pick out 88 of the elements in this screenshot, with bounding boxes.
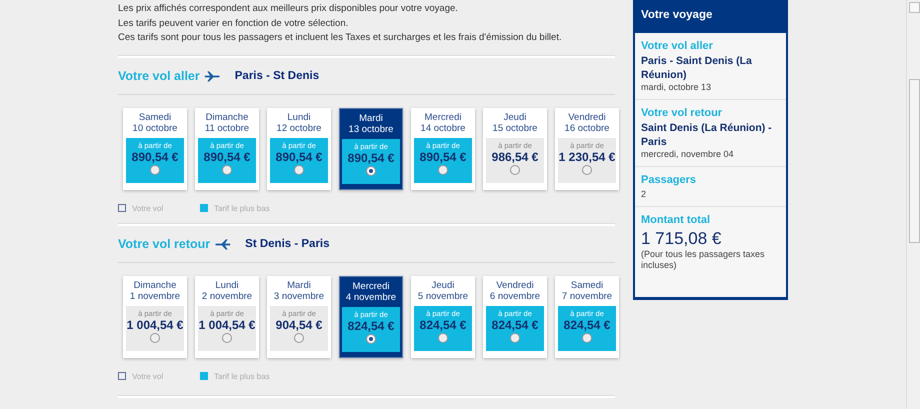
legend-label: Tarif le plus bas — [214, 204, 270, 213]
scrollbar[interactable] — [906, 0, 920, 409]
radio-button[interactable] — [150, 333, 160, 344]
plane-icon — [204, 70, 221, 83]
detail-text: mercredi, novembre 04 — [641, 149, 735, 160]
filled-square-icon — [200, 372, 208, 380]
day-label: Samedi — [138, 112, 172, 124]
radio-button[interactable] — [438, 333, 448, 344]
price-text: 1 004,54 € — [198, 318, 256, 334]
summary-heading: Votre vol aller — [641, 40, 714, 52]
day-label: Vendredi — [496, 280, 534, 292]
section-title: Votre vol aller — [118, 69, 200, 84]
radio-button[interactable] — [366, 334, 376, 344]
plane-icon — [214, 238, 232, 251]
price-text: 890,54 € — [348, 151, 394, 166]
total-amount: 1 715,08 € — [641, 229, 722, 249]
date-label: 11 octobre — [204, 123, 250, 134]
outline-square-icon — [118, 372, 126, 380]
price-text: 824,54 € — [420, 318, 466, 334]
date-label: 12 octobre — [276, 123, 322, 134]
detail-text: mardi, octobre 13 — [641, 82, 712, 93]
outline-square-icon — [118, 204, 126, 212]
legend-label: Votre vol — [132, 204, 164, 213]
date-label: 14 octobre — [420, 123, 466, 134]
price-text: 890,54 € — [204, 150, 250, 166]
route-text: Paris - Saint Denis (La Réunion) — [641, 55, 753, 82]
day-label: Jeudi — [504, 112, 526, 124]
section-title: Votre vol retour — [118, 237, 210, 252]
day-label: Vendredi — [568, 112, 606, 124]
date-label: 7 novembre — [562, 291, 612, 302]
filled-square-icon — [200, 204, 208, 212]
price-text: 890,54 € — [276, 150, 322, 166]
radio-button[interactable] — [510, 165, 520, 176]
radio-button[interactable] — [366, 166, 376, 176]
radio-button[interactable] — [294, 165, 304, 176]
price-text: 904,54 € — [276, 318, 322, 334]
date-label: 15 octobre — [492, 123, 538, 134]
date-label: 6 novembre — [490, 291, 540, 302]
radio-button[interactable] — [294, 333, 304, 344]
price-text: 986,54 € — [492, 150, 538, 166]
price-text: 824,54 € — [492, 318, 538, 334]
day-label: Dimanche — [206, 112, 248, 124]
route-label: Paris - St Denis — [234, 70, 320, 82]
price-text: 1 230,54 € — [558, 150, 616, 166]
info-text: Les tarifs peuvent varier en fonction de votre sélection. — [118, 16, 350, 31]
radio-button[interactable] — [582, 333, 592, 344]
day-label: Dimanche — [134, 280, 176, 292]
day-label: Lundi — [287, 112, 311, 124]
date-label: 2 novembre — [202, 291, 252, 302]
date-label: 13 octobre — [348, 124, 394, 136]
legend-label: Tarif le plus bas — [214, 372, 270, 381]
radio-button[interactable] — [582, 165, 592, 176]
scroll-up-button[interactable] — [909, 2, 920, 13]
radio-button[interactable] — [222, 165, 232, 176]
radio-button[interactable] — [222, 333, 232, 344]
route-label: St Denis - Paris — [245, 238, 330, 250]
detail-text: (Pour tous les passagers taxes incluses) — [641, 249, 766, 271]
summary-heading: Passagers — [641, 174, 698, 186]
date-label: 4 novembre — [346, 292, 396, 304]
day-label: Mardi — [287, 280, 311, 292]
day-label: Jeudi — [432, 280, 454, 292]
day-label: Mardi — [359, 113, 383, 124]
summary-heading: Votre vol retour — [641, 107, 724, 119]
date-label: 16 octobre — [564, 123, 610, 134]
price-text: 824,54 € — [564, 318, 610, 334]
radio-button[interactable] — [150, 165, 160, 176]
price-text: 824,54 € — [348, 319, 394, 334]
day-label: Mercredi — [424, 112, 462, 124]
day-label: Mercredi — [352, 281, 390, 292]
date-label: 3 novembre — [274, 291, 324, 302]
date-label: 5 novembre — [418, 291, 468, 302]
day-label: Samedi — [570, 280, 604, 292]
date-label: 10 octobre — [132, 123, 178, 134]
date-label: 1 novembre — [130, 291, 180, 302]
price-text: 890,54 € — [420, 150, 466, 166]
radio-button[interactable] — [510, 333, 520, 344]
scrollbar-thumb[interactable] — [909, 79, 920, 243]
summary-heading: Montant total — [641, 214, 712, 226]
price-text: 1 004,54 € — [126, 318, 184, 334]
panel-title: Votre voyage — [640, 8, 714, 23]
day-label: Lundi — [215, 280, 239, 292]
radio-button[interactable] — [438, 165, 448, 176]
info-text: Ces tarifs sont pour tous les passagers et incluent les Taxes et surcharges et les frais d'émission du billet. — [118, 31, 563, 46]
price-text: 890,54 € — [132, 150, 178, 166]
info-text: Les prix affichés correspondent aux meilleurs prix disponibles pour votre voyage. — [118, 2, 459, 16]
detail-text: 2 — [641, 189, 648, 200]
legend-label: Votre vol — [132, 372, 164, 381]
route-text: Saint Denis (La Réunion) - Paris — [641, 122, 773, 149]
